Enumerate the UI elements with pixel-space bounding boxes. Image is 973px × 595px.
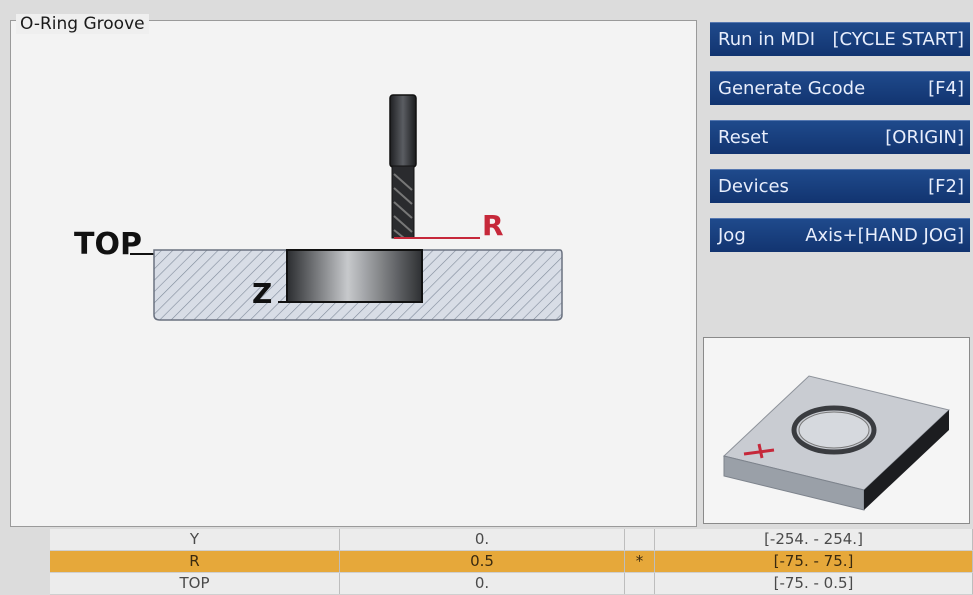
param-range: [-75. - 75.]: [655, 551, 973, 572]
param-flag: *: [625, 551, 655, 572]
param-name: R: [50, 551, 340, 572]
part-preview-svg: [722, 375, 951, 511]
top-label: TOP: [74, 227, 142, 262]
button-label: Run in MDI: [718, 29, 816, 50]
param-value[interactable]: 0.5: [340, 551, 625, 572]
table-row-selected[interactable]: R 0.5 * [-75. - 75.]: [50, 551, 973, 573]
button-label: Generate Gcode: [718, 78, 866, 99]
button-label: Jog: [718, 225, 746, 246]
button-shortcut: [F2]: [928, 176, 964, 197]
button-shortcut: [CYCLE START]: [832, 29, 964, 50]
button-shortcut: Axis+[HAND JOG]: [805, 225, 964, 246]
groove-pocket: [286, 249, 423, 303]
devices-button[interactable]: Devices [F2]: [710, 169, 970, 203]
generate-gcode-button[interactable]: Generate Gcode [F4]: [710, 71, 970, 105]
run-in-mdi-button[interactable]: Run in MDI [CYCLE START]: [710, 22, 970, 56]
groove-diagram: TOP Z R: [32, 40, 682, 520]
param-flag: [625, 529, 655, 550]
param-name: Y: [50, 529, 340, 550]
param-range: [-75. - 0.5]: [655, 573, 973, 594]
panel-title: O-Ring Groove: [16, 14, 149, 34]
r-label: R: [482, 209, 504, 242]
reset-button[interactable]: Reset [ORIGIN]: [710, 120, 970, 154]
param-value[interactable]: 0.: [340, 529, 625, 550]
groove-drawing-svg: [130, 94, 563, 321]
param-value[interactable]: 0.: [340, 573, 625, 594]
button-label: Reset: [718, 127, 769, 148]
button-shortcut: [ORIGIN]: [885, 127, 964, 148]
tool-shank: [389, 94, 417, 168]
button-label: Devices: [718, 176, 789, 197]
param-name: TOP: [50, 573, 340, 594]
groove-inner: [798, 411, 870, 449]
button-shortcut: [F4]: [928, 78, 964, 99]
table-row[interactable]: Y 0. [-254. - 254.]: [50, 529, 973, 551]
z-label: Z: [252, 277, 273, 310]
parameter-table: Y 0. [-254. - 254.] R 0.5 * [-75. - 75.]…: [50, 529, 973, 595]
param-range: [-254. - 254.]: [655, 529, 973, 550]
jog-button[interactable]: Jog Axis+[HAND JOG]: [710, 218, 970, 252]
param-flag: [625, 573, 655, 594]
part-preview: [703, 337, 970, 524]
